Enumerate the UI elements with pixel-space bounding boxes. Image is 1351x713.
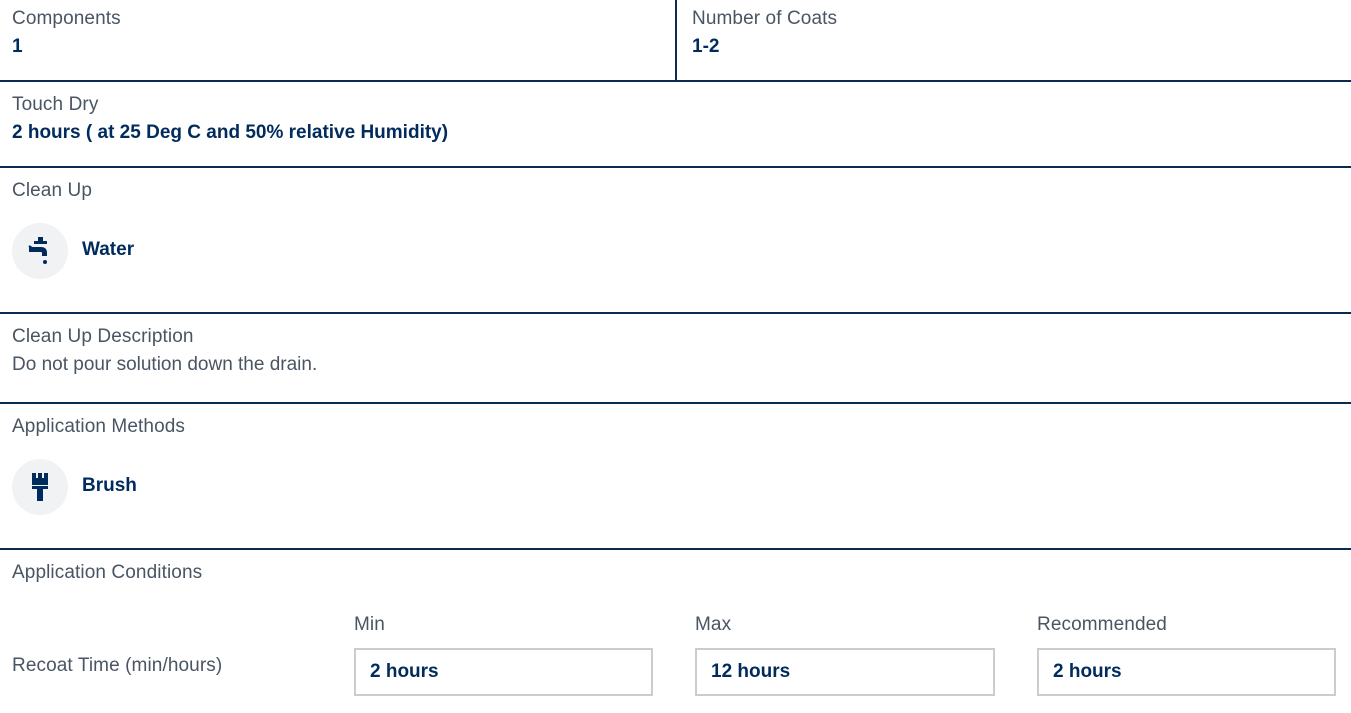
recoat-recommended-field: 2 hours	[1037, 648, 1336, 696]
recoat-max-field: 12 hours	[695, 648, 995, 696]
recoat-min-value: 2 hours	[370, 661, 439, 682]
components-cell: Components 1	[0, 0, 675, 80]
clean-up-label: Clean Up	[12, 180, 93, 201]
recoat-max-value: 12 hours	[711, 661, 791, 682]
application-conditions-section: Application Conditions Recoat Time (min/…	[0, 548, 1351, 713]
clean-up-description-section: Clean Up Description Do not pour solutio…	[0, 312, 1351, 404]
touch-dry-label: Touch Dry	[12, 94, 99, 115]
components-label: Components	[12, 8, 121, 29]
touch-dry-section: Touch Dry 2 hours ( at 25 Deg C and 50% …	[0, 80, 1351, 168]
clean-up-item: Water	[82, 239, 135, 260]
components-coats-row: Components 1 Number of Coats 1-2	[0, 0, 1351, 82]
recoat-recommended-value: 2 hours	[1053, 661, 1122, 682]
clean-up-section: Clean Up Water	[0, 166, 1351, 314]
clean-up-description-label: Clean Up Description	[12, 326, 194, 347]
application-methods-section: Application Methods Brush	[0, 402, 1351, 550]
application-method-item: Brush	[82, 475, 137, 496]
coats-label: Number of Coats	[692, 8, 838, 29]
paint-brush-icon	[12, 459, 68, 515]
faucet-icon	[12, 223, 68, 279]
max-header: Max	[695, 614, 732, 635]
min-header: Min	[354, 614, 385, 635]
application-conditions-label: Application Conditions	[12, 562, 203, 583]
application-methods-label: Application Methods	[12, 416, 186, 437]
recoat-min-field: 2 hours	[354, 648, 653, 696]
components-value: 1	[12, 36, 23, 57]
coats-cell: Number of Coats 1-2	[675, 0, 1351, 80]
recoat-time-label: Recoat Time (min/hours)	[12, 655, 223, 676]
coats-value: 1-2	[692, 36, 720, 57]
touch-dry-value: 2 hours ( at 25 Deg C and 50% relative H…	[12, 122, 449, 143]
recommended-header: Recommended	[1037, 614, 1167, 635]
clean-up-description-text: Do not pour solution down the drain.	[12, 354, 318, 375]
